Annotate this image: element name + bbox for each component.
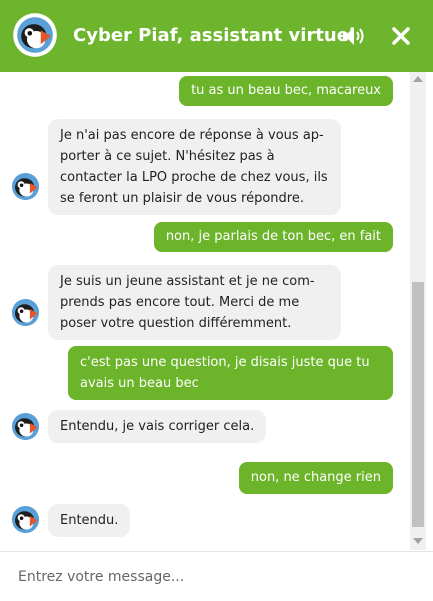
message-input[interactable] (0, 552, 400, 601)
bird-avatar-icon (13, 13, 57, 57)
bot-message: Entendu, je vais corriger cela. (48, 410, 267, 443)
chat-title: Cyber Piaf, assistant virtuel (73, 25, 356, 46)
user-message: tu as un beau bec, macareux (179, 76, 393, 106)
close-icon[interactable] (388, 23, 414, 49)
message-input-area (0, 551, 433, 601)
scroll-down-arrow-icon[interactable] (413, 538, 423, 544)
bot-message: Je suis un jeune assistant et je ne com-… (48, 265, 341, 340)
speaker-icon[interactable] (340, 23, 366, 49)
bot-message: Entendu. (48, 504, 131, 537)
user-message: c'est pas une question, je disais juste … (68, 346, 393, 400)
user-message: non, je parlais de ton bec, en fait (153, 222, 393, 252)
chat-messages[interactable]: tu as un beau bec, macareux Je n'ai pas … (0, 72, 410, 550)
bot-message: Je n'ai pas encore de réponse à vous ap-… (48, 119, 341, 215)
scroll-thumb[interactable] (412, 282, 424, 527)
user-message: non, ne change rien (238, 462, 393, 494)
bot-avatar-icon (8, 169, 43, 204)
bot-avatar-icon (8, 409, 43, 444)
bot-avatar-icon (8, 502, 43, 537)
chat-header: Cyber Piaf, assistant virtuel (0, 0, 433, 72)
chat-scrollbar[interactable] (410, 72, 426, 550)
bot-avatar-icon (8, 295, 43, 330)
scroll-up-arrow-icon[interactable] (413, 76, 423, 82)
